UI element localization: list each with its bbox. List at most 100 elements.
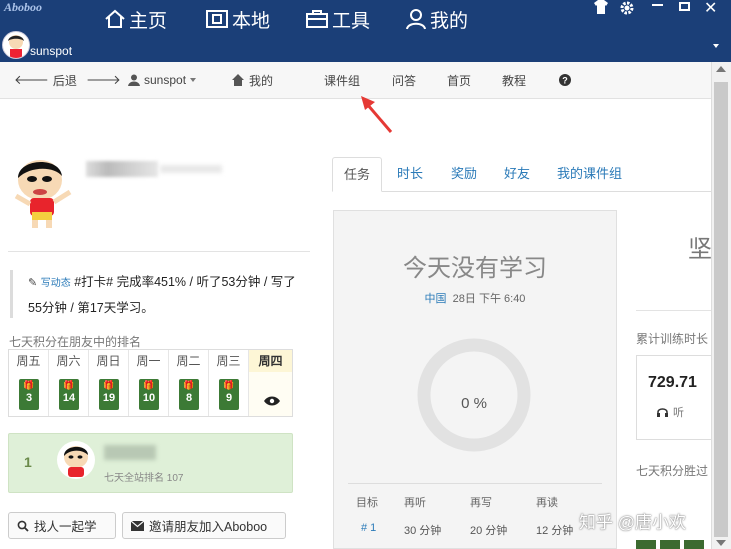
scroll-down-icon[interactable]: [716, 540, 726, 546]
gear-icon[interactable]: [619, 0, 635, 15]
watermark: 知乎 @唐小欢: [579, 513, 686, 532]
rank-title: 七天积分在朋友中的排名: [9, 335, 142, 349]
svg-text:?: ?: [562, 76, 568, 86]
nav-tab-mine[interactable]: 我的: [405, 4, 468, 34]
arrow-left-icon: 🡐: [14, 72, 49, 87]
friend-site-rank: 七天全站排名 107: [104, 473, 184, 484]
maximize-icon[interactable]: [679, 2, 690, 11]
day-cell: 🎁 8: [169, 372, 209, 416]
envelope-icon: [131, 520, 144, 531]
app-logo: Aboboo: [4, 0, 43, 14]
day-header: 周二: [169, 350, 209, 372]
divider: [348, 483, 602, 484]
annotation-arrow: [361, 96, 393, 133]
gift-icon: 🎁: [183, 380, 195, 390]
headphones-icon: [657, 408, 668, 417]
day-header: 周一: [129, 350, 169, 372]
rank-badge[interactable]: 🎁 14: [59, 379, 79, 410]
chevron-down-icon: [190, 78, 197, 82]
gift-icon: 🎁: [143, 380, 155, 390]
profile-avatar[interactable]: [10, 154, 76, 230]
table-cell: 20 分钟: [470, 525, 508, 537]
nav-tab-tools[interactable]: 工具: [305, 4, 370, 34]
study-title: 今天没有学习: [403, 255, 547, 282]
nav-tab-local-label: 本地: [232, 10, 271, 32]
user-dropdown-label: sunspot: [144, 73, 187, 87]
study-meta: 中国 28日 下午 6:40: [333, 290, 617, 306]
close-icon[interactable]: ✕: [704, 0, 717, 18]
write-post-link[interactable]: 写动态: [41, 278, 71, 289]
seven-day-beat-label: 七天积分胜过: [636, 464, 709, 478]
arrow-right-icon: 🡒: [86, 72, 121, 87]
index-link[interactable]: 首页: [447, 62, 471, 98]
qa-link[interactable]: 问答: [392, 62, 416, 98]
day-header: 周三: [209, 350, 249, 372]
user-dropdown[interactable]: sunspot: [128, 62, 197, 98]
day-cell-today: [249, 372, 292, 416]
table-cell-goal[interactable]: # 1: [361, 522, 376, 534]
mine-link-label: 我的: [249, 73, 274, 88]
skin-icon[interactable]: [593, 0, 609, 14]
day-cell: 🎁 14: [49, 372, 89, 416]
menu-chevron-down-icon[interactable]: [713, 44, 719, 48]
rank-badge[interactable]: 🎁 8: [179, 379, 199, 410]
study-location[interactable]: 中国: [425, 293, 447, 305]
edit-icon[interactable]: ✎: [28, 277, 37, 289]
divider: [8, 251, 310, 252]
tab-my-courseware-group[interactable]: 我的课件组: [557, 157, 622, 191]
friend-rank-card[interactable]: [8, 433, 293, 493]
friend-name-blurred: [104, 445, 156, 460]
chart-square: [660, 540, 680, 549]
gift-icon: 🎁: [223, 380, 235, 390]
tab-friends[interactable]: 好友: [504, 157, 530, 191]
rank-badge[interactable]: 🎁 19: [99, 379, 119, 410]
friend-rank-number: 1: [24, 454, 32, 470]
nav-tab-mine-label: 我的: [430, 10, 469, 32]
day-header-today: 周四: [249, 350, 292, 372]
table-cell: 30 分钟: [404, 525, 442, 537]
courseware-group-link[interactable]: 课件组: [324, 62, 360, 98]
scrollbar-thumb[interactable]: [714, 82, 728, 537]
eye-icon[interactable]: [264, 396, 280, 406]
tabs-underline: [332, 191, 711, 192]
mine-link[interactable]: 我的: [232, 62, 273, 98]
rank-badge[interactable]: 🎁 10: [139, 379, 159, 410]
scroll-up-icon[interactable]: [716, 66, 726, 72]
study-datetime: 28日 下午 6:40: [452, 293, 526, 305]
user-icon: [406, 9, 426, 30]
chart-square: [636, 540, 656, 549]
status-quote-bar: [10, 270, 13, 318]
day-cell: 🎁 3: [9, 372, 49, 416]
listen-label: 听: [673, 407, 684, 419]
friend-avatar[interactable]: [56, 440, 96, 480]
tab-reward[interactable]: 奖励: [451, 157, 477, 191]
user-icon: [128, 74, 140, 86]
tab-duration[interactable]: 时长: [397, 157, 423, 191]
gift-icon: 🎁: [63, 380, 75, 390]
table-header: 再写: [470, 497, 492, 509]
day-header: 周日: [89, 350, 129, 372]
listen-stat: 听: [657, 404, 684, 420]
home-icon: [232, 74, 244, 86]
status-post: ✎ 写动态 #打卡# 完成率451% / 听了53分钟 / 写了55分钟 / 第…: [28, 270, 304, 320]
table-header: 再听: [404, 497, 426, 509]
tutorial-link[interactable]: 教程: [502, 62, 526, 98]
nav-tab-home-label: 主页: [129, 10, 168, 32]
local-icon: [206, 10, 228, 28]
tab-task[interactable]: 任务: [332, 157, 382, 192]
rank-badge[interactable]: 🎁 3: [19, 379, 39, 410]
back-button[interactable]: 🡐 后退: [14, 62, 77, 98]
rank-badge[interactable]: 🎁 9: [219, 379, 239, 410]
day-cell: 🎁 9: [209, 372, 249, 416]
minimize-icon[interactable]: [652, 4, 663, 6]
progress-label: 0 %: [461, 395, 487, 412]
nav-tab-home[interactable]: 主页: [104, 4, 167, 34]
invite-friends-button[interactable]: 邀请朋友加入Aboboo: [122, 512, 286, 539]
divider: [636, 310, 711, 311]
find-study-partner-button[interactable]: 找人一起学: [8, 512, 116, 539]
top-username[interactable]: sunspot: [30, 44, 72, 58]
avatar[interactable]: [2, 31, 30, 59]
forward-button[interactable]: 🡒: [86, 62, 121, 98]
help-icon[interactable]: ?: [559, 62, 571, 98]
nav-tab-local[interactable]: 本地: [205, 4, 270, 34]
